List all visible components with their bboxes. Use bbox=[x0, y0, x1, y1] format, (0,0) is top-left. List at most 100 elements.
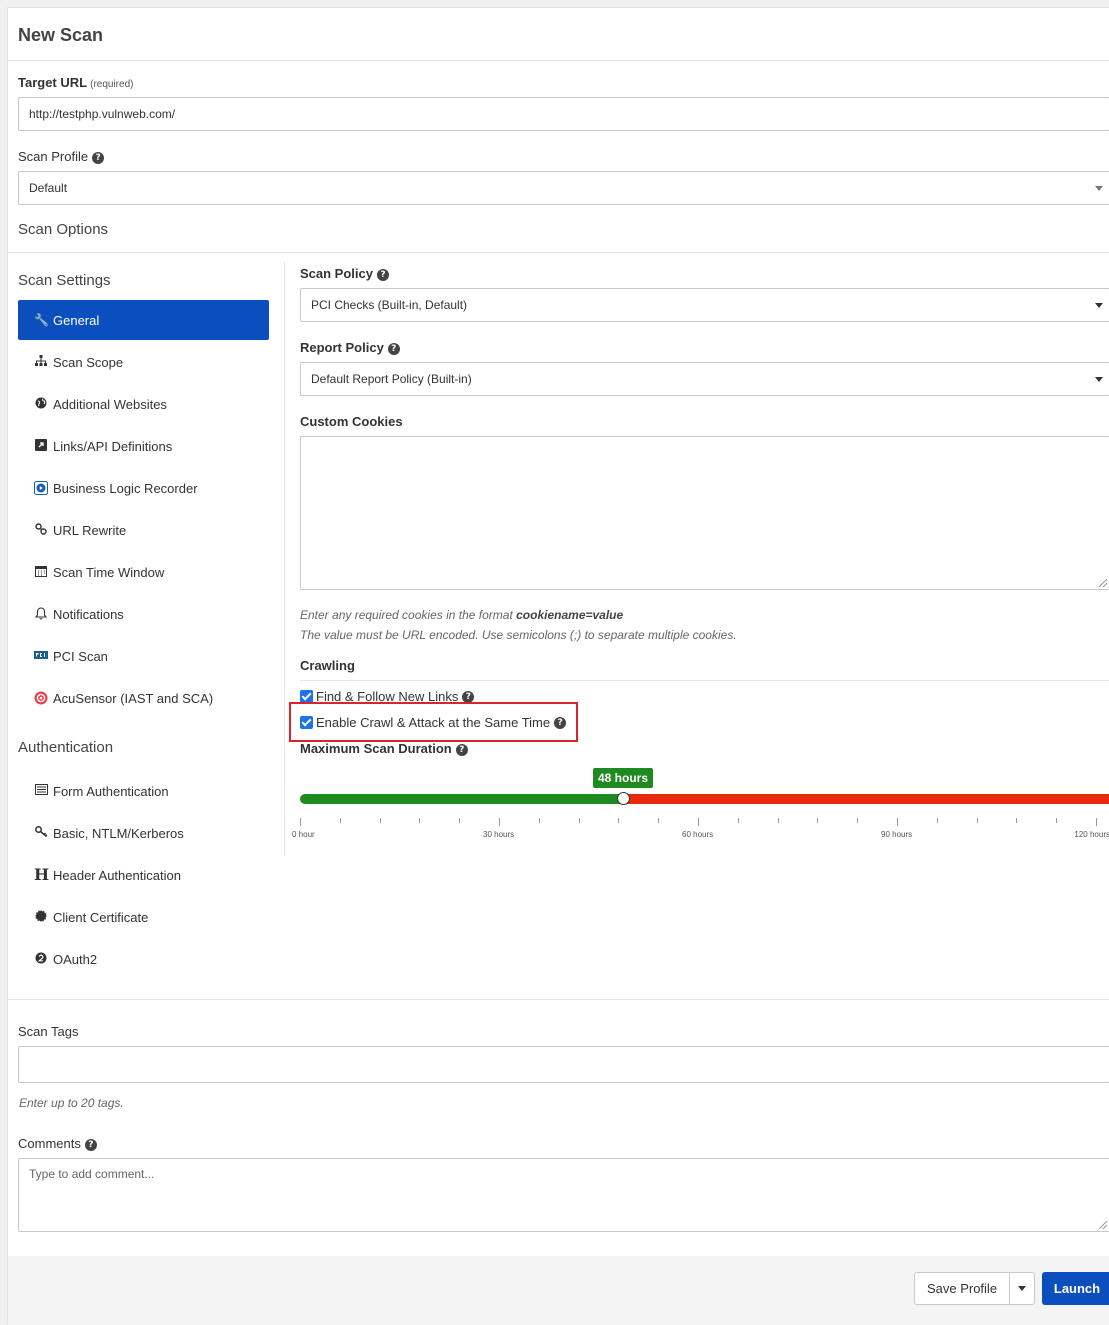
cookies-hint-text: Enter any required cookies in the format bbox=[300, 608, 517, 622]
target-url-label: Target URL (required) bbox=[18, 75, 133, 90]
slider-handle[interactable] bbox=[617, 792, 630, 805]
target-url-input[interactable]: http://testphp.vulnweb.com/ bbox=[18, 97, 1109, 131]
slider-minor-tick bbox=[419, 818, 420, 823]
sidebar-item-label: General bbox=[53, 312, 100, 328]
report-policy-label-text: Report Policy bbox=[300, 340, 384, 355]
divider bbox=[8, 999, 1109, 1000]
sidebar-item-notifications[interactable]: Notifications bbox=[18, 594, 269, 634]
scan-policy-label-text: Scan Policy bbox=[300, 266, 373, 281]
sidebar-item-scan-time-window[interactable]: Scan Time Window bbox=[18, 552, 269, 592]
scan-profile-value: Default bbox=[29, 181, 68, 195]
max-scan-duration-label-text: Maximum Scan Duration bbox=[300, 741, 452, 756]
column-divider bbox=[284, 262, 285, 856]
highlight-box bbox=[289, 702, 578, 742]
certificate-icon bbox=[34, 910, 48, 924]
sidebar-item-label: Basic, NTLM/Kerberos bbox=[53, 825, 184, 841]
wrench-icon: 🔧 bbox=[34, 313, 49, 327]
external-link-icon bbox=[34, 439, 48, 453]
scan-options-title: Scan Options bbox=[18, 221, 109, 238]
comments-label-text: Comments bbox=[18, 1136, 81, 1151]
key-icon bbox=[34, 826, 48, 840]
scan-policy-select[interactable]: PCI Checks (Built-in, Default) bbox=[300, 288, 1109, 322]
resize-handle-icon[interactable] bbox=[1099, 1221, 1107, 1229]
sidebar-item-links-api[interactable]: Links/API Definitions bbox=[18, 426, 269, 466]
sidebar-item-label: Scan Scope bbox=[53, 354, 124, 370]
sidebar-item-scan-scope[interactable]: Scan Scope bbox=[18, 342, 269, 382]
report-policy-label: Report Policy? bbox=[300, 340, 400, 355]
acusensor-icon bbox=[34, 691, 48, 705]
page-title: New Scan bbox=[18, 25, 104, 45]
slider-tick-label: 120 hours bbox=[1074, 830, 1109, 839]
chevron-down-icon bbox=[1095, 186, 1103, 191]
bell-icon bbox=[34, 607, 48, 621]
custom-cookies-label: Custom Cookies bbox=[300, 414, 403, 429]
slider-tick-label: 0 hour bbox=[292, 830, 315, 839]
help-icon[interactable]: ? bbox=[462, 690, 475, 703]
launch-button[interactable]: Launch bbox=[1042, 1272, 1109, 1305]
save-profile-dropdown-button[interactable] bbox=[1009, 1272, 1035, 1305]
sidebar-item-general[interactable]: 🔧 General bbox=[18, 300, 269, 340]
recorder-icon bbox=[34, 481, 48, 495]
scan-profile-label: Scan Profile? bbox=[18, 149, 105, 164]
slider-minor-tick bbox=[1056, 818, 1057, 823]
help-icon[interactable]: ? bbox=[92, 152, 105, 164]
chevron-down-icon bbox=[1095, 303, 1103, 308]
max-scan-duration-label: Maximum Scan Duration? bbox=[300, 741, 468, 756]
sidebar-item-label: URL Rewrite bbox=[53, 522, 127, 538]
slider-minor-tick bbox=[618, 818, 619, 823]
help-icon[interactable]: ? bbox=[376, 269, 389, 281]
scan-profile-select[interactable]: Default bbox=[18, 171, 1109, 205]
chevron-down-icon bbox=[1095, 377, 1103, 382]
globe-icon bbox=[34, 397, 48, 411]
sidebar-item-url-rewrite[interactable]: URL Rewrite bbox=[18, 510, 269, 550]
resize-handle-icon[interactable] bbox=[1099, 579, 1107, 587]
slider-minor-tick bbox=[579, 818, 580, 823]
scan-tags-input[interactable] bbox=[18, 1046, 1109, 1083]
authentication-title: Authentication bbox=[18, 739, 114, 756]
help-icon[interactable]: ? bbox=[387, 343, 400, 355]
comments-placeholder: Type to add comment... bbox=[29, 1167, 155, 1181]
sidebar-item-business-logic[interactable]: Business Logic Recorder bbox=[18, 468, 269, 508]
slider-major-tick bbox=[1096, 818, 1097, 826]
help-icon[interactable]: ? bbox=[455, 744, 468, 756]
sidebar-item-client-certificate[interactable]: Client Certificate bbox=[18, 897, 269, 937]
caret-down-icon bbox=[1018, 1286, 1026, 1291]
scan-duration-slider[interactable]: 48 hours 0 hour 30 hours 60 hours 90 hours 1… bbox=[292, 768, 1109, 839]
slider-tick-label: 60 hours bbox=[682, 830, 714, 839]
slider-minor-tick bbox=[937, 818, 938, 823]
slider-filled-track bbox=[300, 794, 624, 804]
scan-settings-title: Scan Settings bbox=[18, 272, 111, 289]
new-scan-panel: New Scan Target URL (required) http://tes… bbox=[7, 7, 1109, 1325]
slider-remaining-track bbox=[624, 794, 1109, 804]
sidebar-item-label: AcuSensor (IAST and SCA) bbox=[53, 690, 214, 706]
target-url-label-text: Target URL bbox=[18, 75, 88, 90]
sidebar-item-header-authentication[interactable]: H Header Authentication bbox=[18, 855, 269, 895]
sidebar-item-acusensor[interactable]: AcuSensor (IAST and SCA) bbox=[18, 678, 269, 718]
slider-minor-tick bbox=[658, 818, 659, 823]
slider-tick-label: 90 hours bbox=[881, 830, 913, 839]
divider bbox=[8, 252, 1109, 253]
save-profile-button[interactable]: Save Profile bbox=[914, 1272, 1010, 1305]
sidebar-item-basic-ntlm[interactable]: Basic, NTLM/Kerberos bbox=[18, 813, 269, 853]
sidebar-item-additional-websites[interactable]: Additional Websites bbox=[18, 384, 269, 424]
sidebar-item-label: Business Logic Recorder bbox=[53, 480, 198, 496]
report-policy-select[interactable]: Default Report Policy (Built-in) bbox=[300, 362, 1109, 396]
sidebar-item-oauth2[interactable]: OAuth2 bbox=[18, 939, 269, 979]
sidebar-item-label: Additional Websites bbox=[53, 396, 167, 412]
slider-minor-tick bbox=[738, 818, 739, 823]
help-icon[interactable]: ? bbox=[84, 1139, 97, 1151]
custom-cookies-textarea[interactable] bbox=[300, 436, 1109, 590]
slider-minor-tick bbox=[380, 818, 381, 823]
slider-minor-tick bbox=[1016, 818, 1017, 823]
required-note: (required) bbox=[90, 79, 134, 90]
sidebar-item-form-authentication[interactable]: Form Authentication bbox=[18, 771, 269, 811]
sidebar-item-label: Scan Time Window bbox=[53, 564, 165, 580]
cookies-hint-format: cookiename=value bbox=[516, 608, 624, 622]
slider-minor-tick bbox=[340, 818, 341, 823]
scan-tags-label: Scan Tags bbox=[18, 1024, 79, 1039]
comments-textarea[interactable]: Type to add comment... bbox=[18, 1158, 1109, 1232]
slider-major-tick bbox=[897, 818, 898, 826]
cookies-encoding-hint: The value must be URL encoded. Use semic… bbox=[300, 628, 737, 642]
sidebar-item-pci-scan[interactable]: PCI Scan bbox=[18, 636, 269, 676]
slider-major-tick bbox=[300, 818, 301, 826]
